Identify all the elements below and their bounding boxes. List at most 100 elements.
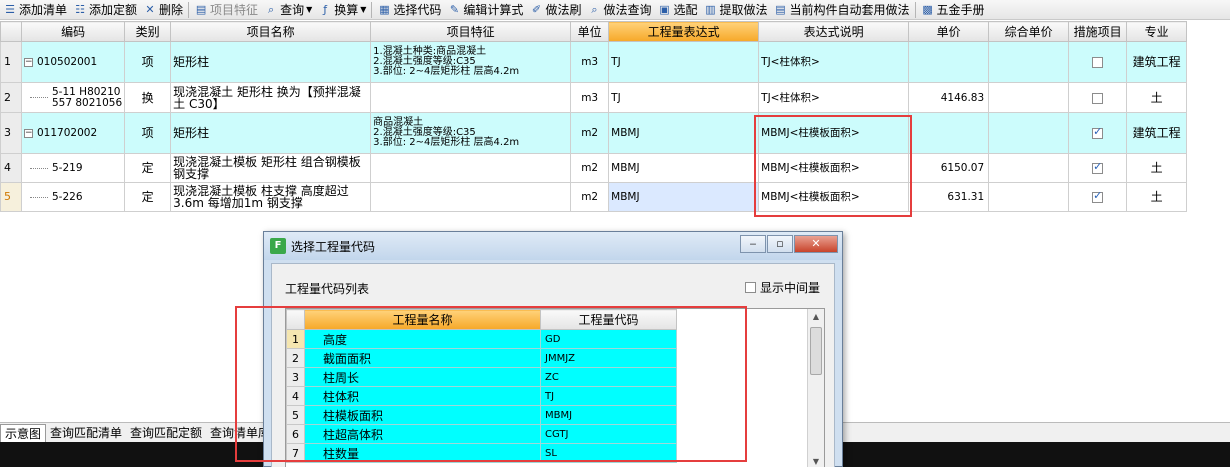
collapse-icon[interactable]: − [24, 128, 33, 138]
toolbar-button-0[interactable]: ☰ 添加清单 [0, 1, 70, 19]
name-cell[interactable]: 现浇混凝土 矩形柱 换为【预拌混凝土 C30】 [170, 82, 372, 113]
column-header[interactable]: 表达式说明 [758, 21, 910, 42]
quantity-code[interactable]: MBMJ [540, 405, 677, 425]
bottom-tab[interactable]: 查询匹配定额 [126, 424, 206, 441]
measure-cell[interactable] [1068, 41, 1128, 83]
composite-price-cell[interactable] [988, 41, 1070, 83]
column-header[interactable]: 项目特征 [370, 21, 572, 42]
table-row[interactable]: 3−011702002 项矩形柱 商品混凝土 2.混凝土强度等级:C35 3.部位:… [0, 112, 1188, 154]
measure-checkbox[interactable] [1092, 126, 1104, 139]
name-cell[interactable]: 矩形柱 [170, 112, 372, 154]
code-cell[interactable]: 5-226 [20, 182, 126, 212]
quantity-name[interactable]: 柱周长 [304, 367, 541, 387]
name-cell[interactable]: 现浇混凝土模板 柱支撑 高度超过3.6m 每增加1m 钢支撑 [170, 182, 372, 212]
measure-cell[interactable] [1068, 82, 1128, 113]
quantity-name[interactable]: 柱超高体积 [304, 424, 541, 444]
price-cell[interactable] [908, 41, 990, 83]
row-number[interactable]: 3 [0, 112, 22, 154]
type-cell[interactable]: 定 [124, 153, 172, 183]
table-row[interactable]: 4 5-219 定现浇混凝土模板 矩形柱 组合钢模板 钢支撑 m2 MBMJ MBMJ<柱… [0, 153, 1188, 183]
price-cell[interactable] [908, 112, 990, 154]
feature-cell[interactable]: 1.混凝土种类:商品混凝土 2.混凝土强度等级:C35 3.部位: 2~4层矩形… [370, 41, 572, 83]
expression-desc-cell[interactable]: MBMJ<柱模板面积> [758, 182, 910, 212]
quantity-name[interactable]: 高度 [304, 329, 541, 349]
list-item[interactable]: 5 柱模板面积 MBMJ [286, 405, 677, 425]
quantity-code[interactable]: JMMJZ [540, 348, 677, 368]
table-row[interactable]: 2 5-11 H80210 557 8021056 换现浇混凝土 矩形柱 换为【预拌… [0, 82, 1188, 113]
column-header[interactable]: 综合单价 [988, 21, 1070, 42]
column-header[interactable]: 工程量表达式 [608, 21, 760, 42]
expression-desc-cell[interactable]: MBMJ<柱模板面积> [758, 112, 910, 154]
list-row-number[interactable]: 1 [286, 329, 305, 349]
list-row-number[interactable]: 4 [286, 386, 305, 406]
measure-cell[interactable] [1068, 182, 1128, 212]
major-cell[interactable]: 土 [1126, 82, 1188, 113]
major-cell[interactable]: 建筑工程 [1126, 41, 1188, 83]
expression-cell[interactable]: MBMJ [608, 112, 760, 154]
scroll-up-icon[interactable]: ▲ [808, 309, 824, 325]
quantity-name[interactable]: 柱模板面积 [304, 405, 541, 425]
composite-price-cell[interactable] [988, 153, 1070, 183]
toolbar-button-6[interactable]: ▦ 选择代码 [374, 1, 444, 19]
composite-price-cell[interactable] [988, 82, 1070, 113]
column-header[interactable]: 类别 [124, 21, 172, 42]
expression-desc-cell[interactable]: MBMJ<柱模板面积> [758, 153, 910, 183]
type-cell[interactable]: 换 [124, 82, 172, 113]
column-header[interactable]: 单价 [908, 21, 990, 42]
list-column-header[interactable]: 工程量名称 [304, 309, 541, 330]
major-cell[interactable]: 建筑工程 [1126, 112, 1188, 154]
list-row-number[interactable]: 7 [286, 443, 305, 463]
price-cell[interactable]: 631.31 [908, 182, 990, 212]
quantity-name[interactable]: 柱体积 [304, 386, 541, 406]
code-cell[interactable]: −011702002 [20, 112, 126, 154]
list-item[interactable]: 2 截面面积 JMMJZ [286, 348, 677, 368]
quantity-code[interactable]: TJ [540, 386, 677, 406]
expression-cell[interactable]: TJ [608, 82, 760, 113]
toolbar-button-7[interactable]: ✎ 编辑计算式 [444, 1, 526, 19]
code-cell[interactable]: 5-11 H80210 557 8021056 [20, 82, 126, 113]
column-header[interactable]: 专业 [1126, 21, 1188, 42]
expression-desc-cell[interactable]: TJ<柱体积> [758, 41, 910, 83]
dialog-title-bar[interactable]: F 选择工程量代码 ‒ ▫ ✕ [264, 232, 842, 260]
type-cell[interactable]: 项 [124, 41, 172, 83]
chevron-down-icon[interactable]: ▼ [360, 5, 366, 14]
list-column-header[interactable]: 工程量代码 [540, 309, 677, 330]
quantity-code[interactable]: GD [540, 329, 677, 349]
quantity-name[interactable]: 柱数量 [304, 443, 541, 463]
measure-checkbox[interactable] [1092, 92, 1104, 104]
toolbar-button-8[interactable]: ✐ 做法刷 [526, 1, 584, 19]
toolbar-button-10[interactable]: ▣ 选配 [654, 1, 700, 19]
show-intermediate-checkbox[interactable]: 显示中间量 [745, 279, 820, 296]
unit-cell[interactable]: m2 [570, 153, 610, 183]
close-button[interactable]: ✕ [794, 235, 838, 253]
column-header[interactable]: 单位 [570, 21, 610, 42]
chevron-down-icon[interactable]: ▼ [306, 5, 312, 14]
toolbar-button-3[interactable]: ▤ 项目特征 [191, 1, 261, 19]
measure-checkbox[interactable] [1092, 161, 1104, 174]
toolbar-button-4[interactable]: ⌕ 查询 ▼ [261, 1, 315, 19]
list-scrollbar[interactable]: ▲ ▼ [807, 309, 824, 467]
bottom-tab[interactable]: 查询匹配清单 [46, 424, 126, 441]
maximize-button[interactable]: ▫ [767, 235, 793, 253]
composite-price-cell[interactable] [988, 182, 1070, 212]
unit-cell[interactable]: m3 [570, 82, 610, 113]
quantity-name[interactable]: 截面面积 [304, 348, 541, 368]
measure-cell[interactable] [1068, 153, 1128, 183]
minimize-button[interactable]: ‒ [740, 235, 766, 253]
type-cell[interactable]: 项 [124, 112, 172, 154]
feature-cell[interactable]: 商品混凝土 2.混凝土强度等级:C35 3.部位: 2~4层矩形柱 层高4.2m [370, 112, 572, 154]
list-row-number[interactable]: 2 [286, 348, 305, 368]
price-cell[interactable]: 4146.83 [908, 82, 990, 113]
list-item[interactable]: 6 柱超高体积 CGTJ [286, 424, 677, 444]
toolbar-button-1[interactable]: ☷ 添加定额 [70, 1, 140, 19]
toolbar-button-2[interactable]: ✕ 删除 [140, 1, 186, 19]
price-cell[interactable]: 6150.07 [908, 153, 990, 183]
expression-cell[interactable]: MBMJ [608, 153, 760, 183]
scroll-down-icon[interactable]: ▼ [808, 454, 824, 467]
list-row-number[interactable]: 3 [286, 367, 305, 387]
list-item[interactable]: 1 高度 GD [286, 329, 677, 349]
unit-cell[interactable]: m2 [570, 112, 610, 154]
column-header[interactable]: 措施项目 [1068, 21, 1128, 42]
measure-checkbox[interactable] [1092, 57, 1104, 68]
list-item[interactable]: 3 柱周长 ZC [286, 367, 677, 387]
